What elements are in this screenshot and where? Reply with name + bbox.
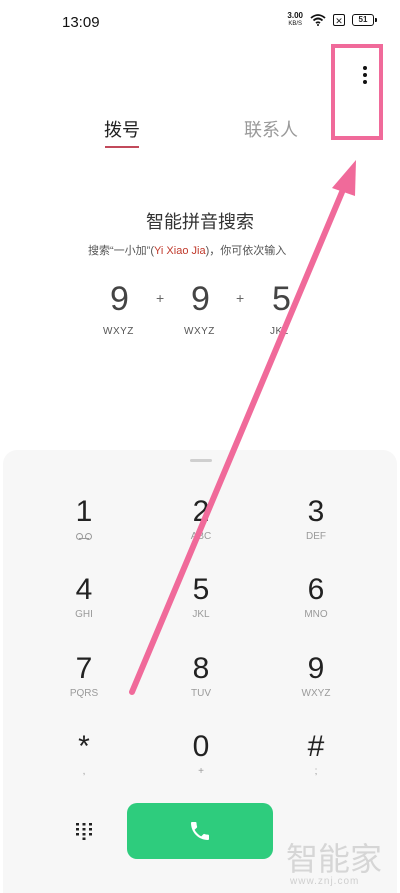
voicemail-icon [76, 533, 92, 540]
active-tab-indicator [105, 146, 139, 148]
x-box-icon: ✕ [333, 14, 345, 26]
call-button[interactable] [127, 803, 273, 859]
status-bar: 13:09 3.00 KB/S ✕ 51 [0, 0, 400, 44]
network-speed: 3.00 KB/S [287, 11, 303, 28]
key-9[interactable]: 9 WXYZ [266, 652, 366, 722]
demo-plus: + [236, 290, 245, 306]
key-4[interactable]: 4 GHI [34, 573, 134, 643]
status-time: 13:09 [62, 14, 100, 31]
battery-icon: 51 [352, 14, 377, 26]
hint-title: 智能拼音搜索 [146, 212, 254, 232]
dialpad-grid-icon[interactable] [74, 820, 94, 840]
key-5[interactable]: 5 JKL [151, 573, 251, 643]
status-icons: 3.00 KB/S ✕ 51 [287, 11, 377, 28]
key-1[interactable]: 1 [34, 495, 134, 565]
demo-digit: 9 [110, 280, 129, 318]
key-star[interactable]: * , [34, 730, 134, 800]
demo-plus: + [156, 290, 165, 306]
key-6[interactable]: 6 MNO [266, 573, 366, 643]
phone-icon [191, 822, 209, 840]
svg-text:智能家: 智能家 [286, 840, 382, 878]
demo-letters: WXYZ [184, 326, 215, 337]
wifi-icon [310, 14, 326, 26]
key-0[interactable]: 0 + [151, 730, 251, 800]
hint-subtitle: 搜索“一小加”(Yi Xiao Jia)，你可依次输入 [88, 245, 287, 257]
tab-contacts[interactable]: 联系人 [244, 116, 298, 142]
annotation-highlight-box [331, 44, 383, 140]
demo-letters: JKL [270, 326, 289, 337]
key-2[interactable]: 2 ABC [151, 495, 251, 565]
key-hash[interactable]: # ; [266, 730, 366, 800]
demo-digit: 5 [272, 280, 291, 318]
drag-handle[interactable] [190, 459, 212, 462]
key-8[interactable]: 8 TUV [151, 652, 251, 722]
demo-letters: WXYZ [103, 326, 134, 337]
demo-digit: 9 [191, 280, 210, 318]
tab-dial[interactable]: 拨号 [104, 116, 140, 142]
key-3[interactable]: 3 DEF [266, 495, 366, 565]
watermark-url: www.znj.com [290, 876, 360, 887]
key-7[interactable]: 7 PQRS [34, 652, 134, 722]
